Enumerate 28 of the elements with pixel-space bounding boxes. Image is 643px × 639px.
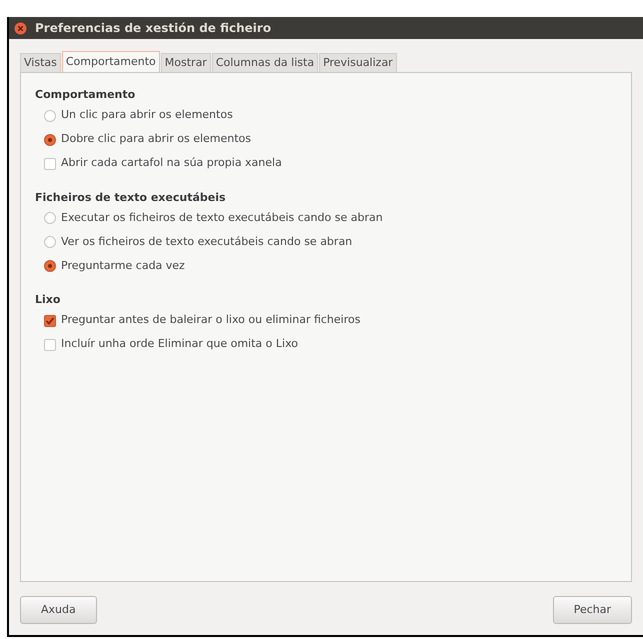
radio-button[interactable] [44, 212, 56, 224]
tab[interactable]: Previsualizar [319, 53, 397, 72]
option-label: Ver os ficheiros de texto executábeis cando se abran [61, 234, 352, 250]
checkbox[interactable] [44, 158, 56, 170]
checkbox[interactable] [44, 338, 56, 350]
section-heading: Ficheiros de texto executábeis [35, 190, 227, 206]
dialog-button[interactable]: Pechar [552, 596, 632, 624]
option-label: Incluír unha orde Eliminar que omita o Lixo [61, 336, 298, 352]
close-icon[interactable] [14, 22, 27, 34]
option-label: Executar os ficheiros de texto executábeis cando se abran [61, 210, 383, 226]
option-label: Abrir cada cartafol na súa propia xanela [61, 155, 282, 172]
radio-button[interactable] [44, 236, 56, 248]
tab[interactable]: Mostrar [160, 53, 211, 72]
option-label: Dobre clic para abrir os elementos [61, 131, 252, 148]
dialog-button[interactable]: Axuda [20, 596, 97, 624]
option-label: Un clic para abrir os elementos [61, 107, 233, 124]
tab[interactable]: Columnas da lista [212, 53, 318, 72]
option-label: Preguntarme cada vez [61, 258, 185, 274]
window-title: Preferencias de xestión de ficheiro [35, 20, 272, 37]
section-heading: Lixo [35, 292, 62, 308]
checkbox[interactable] [44, 314, 56, 326]
option-label: Preguntar antes de baleirar o lixo ou eliminar ficheiros [61, 312, 360, 328]
radio-button[interactable] [44, 110, 56, 122]
tab[interactable]: Comportamento [62, 51, 160, 72]
section-heading: Comportamento [35, 87, 136, 103]
tab[interactable]: Vistas [20, 53, 61, 72]
radio-button[interactable] [44, 134, 56, 146]
radio-button[interactable] [44, 260, 56, 272]
